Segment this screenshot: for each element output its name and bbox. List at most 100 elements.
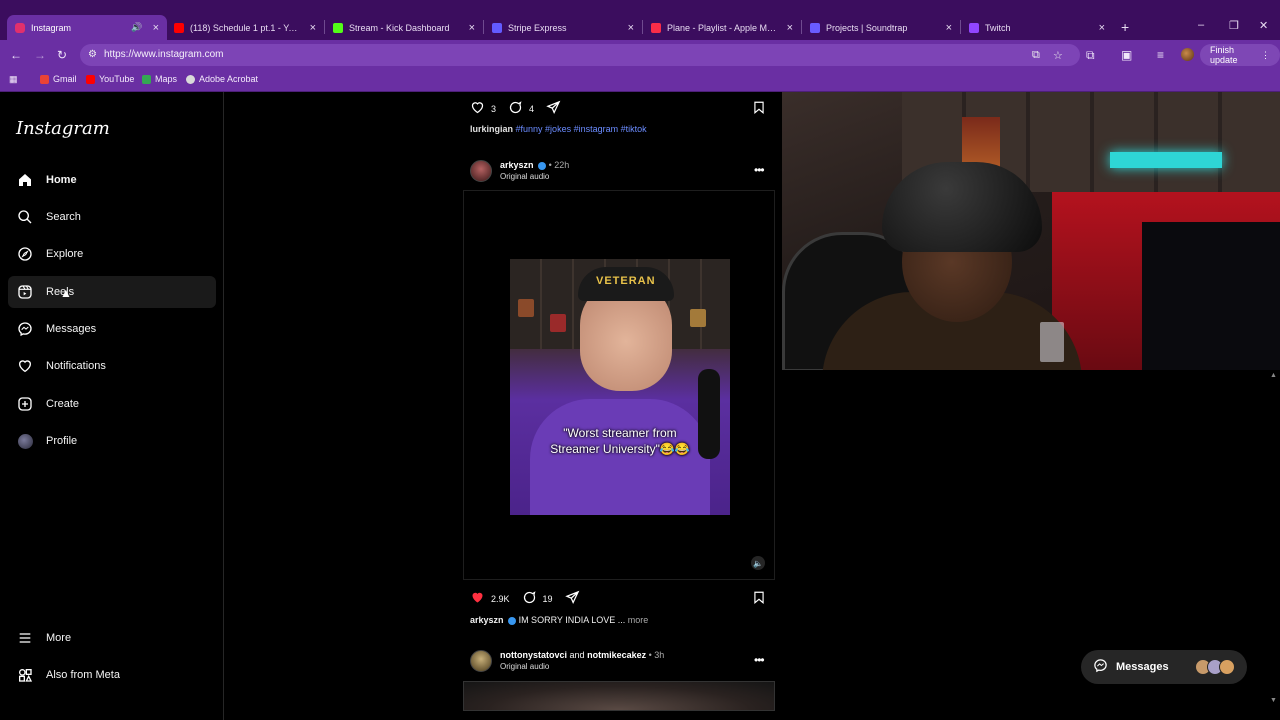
sidebar-item-home[interactable]: Home	[8, 164, 216, 196]
tab-kick[interactable]: Stream - Kick Dashboard ×	[325, 15, 483, 40]
tab-twitch[interactable]: Twitch ×	[961, 15, 1113, 40]
finish-update-button[interactable]: Finish update ⋮	[1200, 44, 1280, 66]
forward-icon[interactable]: →	[34, 48, 46, 62]
youtube-icon	[86, 74, 95, 84]
sidebar-item-reels[interactable]: Reels	[8, 276, 216, 308]
video-frame: VETERAN "Worst streamer from Streamer Un…	[510, 259, 730, 515]
sidebar-item-profile[interactable]: Profile	[8, 425, 216, 457]
back-icon[interactable]: ←	[10, 48, 22, 62]
bookmark-maps[interactable]: Maps	[142, 74, 177, 84]
post-audio[interactable]: Original audio	[500, 661, 664, 672]
reload-icon[interactable]: ↻	[57, 48, 67, 62]
messages-avatars	[1195, 659, 1235, 675]
comment-count[interactable]: 19	[543, 594, 553, 604]
post-time[interactable]: 22h	[554, 160, 569, 170]
like-icon[interactable]	[470, 100, 485, 117]
post-coauthor-username[interactable]: notmikecakez	[587, 650, 646, 660]
comment-icon[interactable]	[522, 590, 537, 607]
share-icon[interactable]	[564, 590, 580, 607]
tab-stripe[interactable]: Stripe Express ×	[484, 15, 642, 40]
meta-apps-icon	[16, 666, 34, 684]
bookmark-star-icon[interactable]: ☆	[1053, 49, 1063, 62]
post-header: arkyszn • 22h Original audio	[470, 160, 569, 182]
mouse-cursor-icon: ▲	[60, 286, 72, 300]
post-audio[interactable]: Original audio	[500, 171, 569, 182]
close-tab-icon[interactable]: ×	[469, 22, 475, 34]
cam-monitor	[1142, 222, 1280, 370]
tab-youtube[interactable]: (118) Schedule 1 pt.1 - YouTube ×	[166, 15, 324, 40]
site-info-icon[interactable]: ⚙	[88, 49, 97, 60]
kebab-menu-icon[interactable]: ⋮	[1261, 50, 1270, 61]
twitch-favicon-icon	[969, 22, 979, 33]
instagram-sidebar: Instagram Home Search Explore Reels Mess…	[0, 92, 224, 720]
sidebar-item-explore[interactable]: Explore	[8, 238, 216, 270]
sidebar-item-also-from-meta[interactable]: Also from Meta	[8, 659, 216, 691]
reel-video[interactable]: VETERAN "Worst streamer from Streamer Un…	[463, 190, 775, 580]
video-caption: "Worst streamer from Streamer University…	[550, 426, 690, 456]
minimize-icon[interactable]: –	[1198, 19, 1204, 31]
close-tab-icon[interactable]: ×	[1099, 22, 1105, 34]
hashtags[interactable]: #funny #jokes #instagram #tiktok	[516, 124, 647, 134]
messenger-icon	[16, 320, 34, 338]
scrollbar-down-icon[interactable]: ▼	[1270, 697, 1277, 704]
like-count[interactable]: 2.9K	[491, 594, 510, 604]
close-tab-icon[interactable]: ×	[946, 22, 952, 34]
tab-apple-music[interactable]: Plane - Playlist - Apple Music ×	[643, 15, 801, 40]
like-count[interactable]: 3	[491, 104, 496, 114]
tab-soundtrap[interactable]: Projects | Soundtrap ×	[802, 15, 960, 40]
scrollbar-up-icon[interactable]: ▲	[1270, 372, 1277, 379]
close-tab-icon[interactable]: ×	[787, 22, 793, 34]
new-tab-button[interactable]: +	[1121, 19, 1129, 35]
messages-floating-button[interactable]: Messages	[1081, 650, 1247, 684]
post-author-username[interactable]: arkyszn	[500, 160, 534, 170]
tab-instagram[interactable]: Instagram 🔊 ×	[7, 15, 167, 40]
caption-more-link[interactable]: more	[628, 615, 649, 625]
sidebar-item-notifications[interactable]: Notifications	[8, 350, 216, 382]
post-time[interactable]: 3h	[654, 650, 664, 660]
sidebar-item-create[interactable]: Create	[8, 388, 216, 420]
close-tab-icon[interactable]: ×	[628, 22, 634, 34]
apps-grid-icon[interactable]: ▦	[9, 74, 18, 85]
post-caption: arkyszn IM SORRY INDIA LOVE ... more	[470, 615, 648, 625]
maps-icon	[142, 74, 151, 84]
sidebar-item-messages[interactable]: Messages	[8, 313, 216, 345]
speaker-icon[interactable]: 🔊	[131, 22, 142, 33]
bookmark-adobe-acrobat[interactable]: Adobe Acrobat	[186, 74, 258, 84]
save-bookmark-icon[interactable]	[752, 590, 766, 610]
post-author-avatar[interactable]	[470, 160, 492, 182]
omnibox[interactable]: ⚙ https://www.instagram.com ⧉ ☆	[80, 44, 1080, 66]
liked-heart-icon[interactable]	[470, 590, 485, 607]
share-icon[interactable]	[546, 100, 561, 117]
comment-icon[interactable]	[508, 100, 523, 117]
url-text[interactable]: https://www.instagram.com	[104, 49, 223, 60]
avatar	[1219, 659, 1235, 675]
sidebar-item-search[interactable]: Search	[8, 201, 216, 233]
restore-icon[interactable]: ❐	[1229, 19, 1239, 32]
close-tab-icon[interactable]: ×	[310, 22, 316, 34]
shelf-item	[518, 299, 534, 317]
bookmark-youtube[interactable]: YouTube	[86, 74, 134, 84]
post-options-icon[interactable]: •••	[754, 163, 765, 177]
install-app-icon[interactable]: ⧉	[1032, 49, 1040, 62]
browser-profile-avatar[interactable]	[1181, 48, 1194, 61]
post-options-icon[interactable]: •••	[754, 653, 765, 667]
post-author-avatar[interactable]	[470, 650, 492, 672]
compass-icon	[16, 245, 34, 263]
save-bookmark-icon[interactable]	[752, 100, 766, 120]
caption-username[interactable]: lurkingian	[470, 124, 513, 134]
caption-username[interactable]: arkyszn	[470, 615, 504, 625]
extensions-icon[interactable]: ⧉	[1086, 48, 1095, 63]
next-reel-video[interactable]	[463, 681, 775, 711]
comment-count[interactable]: 4	[529, 104, 534, 114]
address-bar-row: ← → ↻ ⚙ https://www.instagram.com ⧉ ☆ ⧉ …	[0, 40, 1280, 70]
close-tab-icon[interactable]: ×	[153, 22, 159, 34]
media-controls-icon[interactable]: ≡	[1157, 48, 1164, 62]
close-window-icon[interactable]: ✕	[1259, 19, 1268, 32]
post-author-username[interactable]: nottonystatovci	[500, 650, 567, 660]
sidepanel-icon[interactable]: ▣	[1121, 48, 1132, 62]
mute-toggle-icon[interactable]: 🔈	[751, 556, 765, 570]
bookmark-gmail[interactable]: Gmail	[40, 74, 77, 84]
sidebar-item-more[interactable]: More	[8, 622, 216, 654]
instagram-logo[interactable]: Instagram	[16, 118, 110, 139]
apple-music-favicon-icon	[651, 22, 661, 33]
